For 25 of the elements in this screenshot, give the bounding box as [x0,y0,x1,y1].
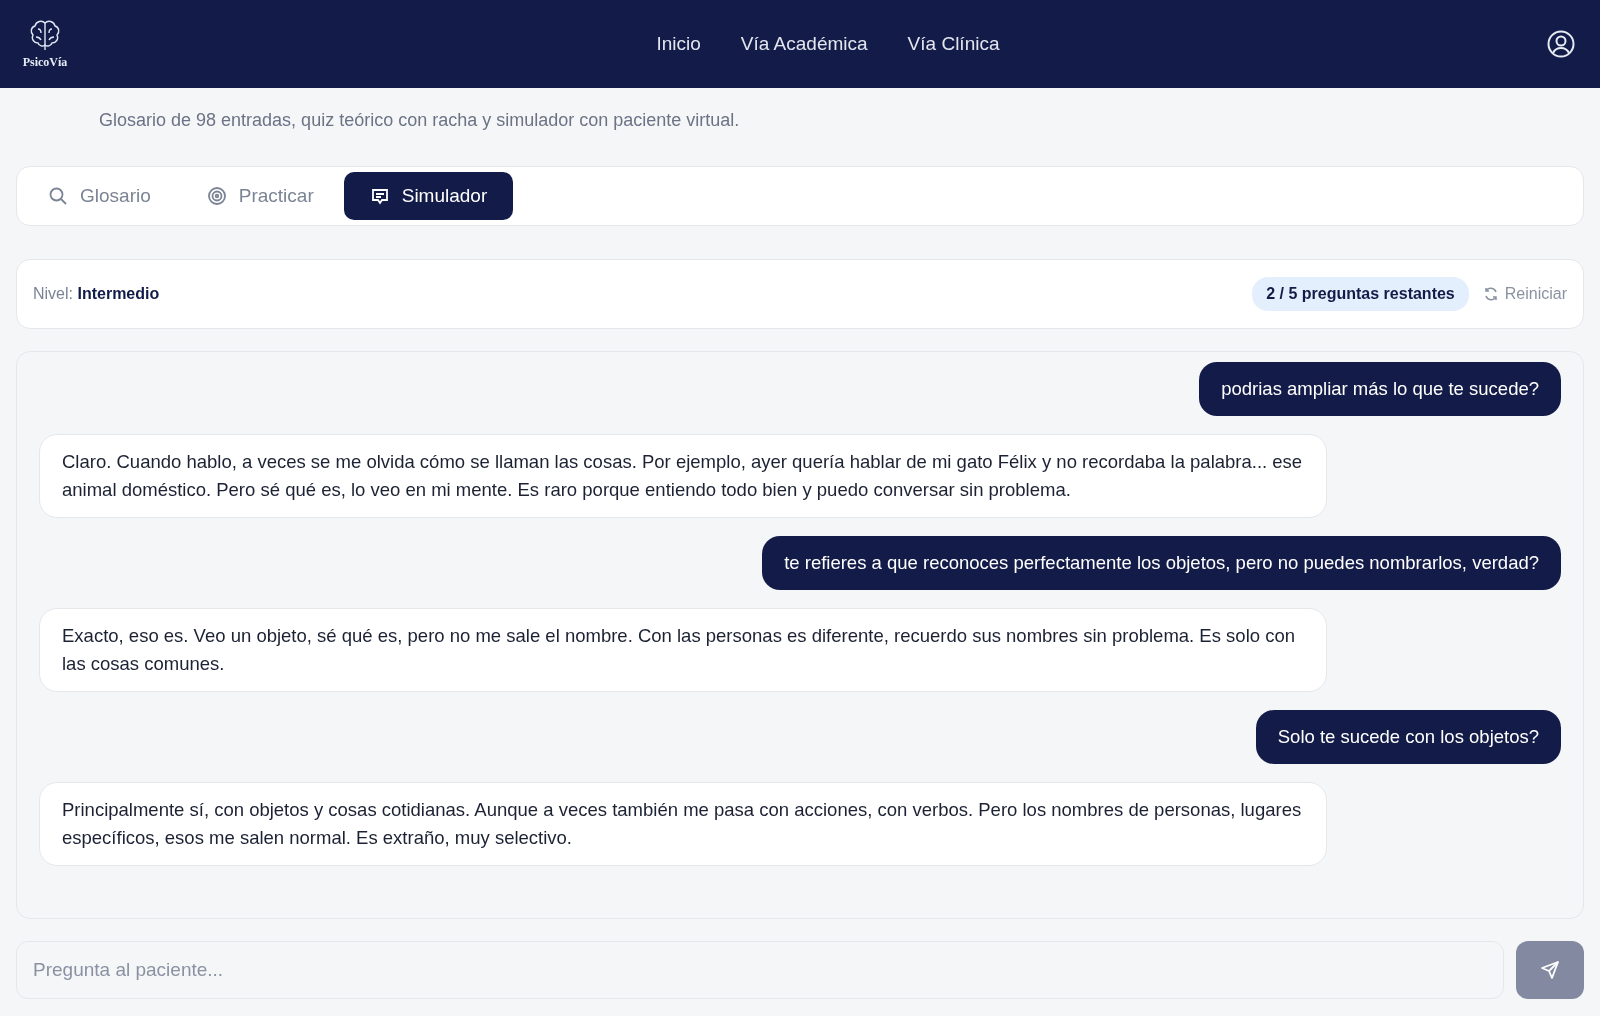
tab[interactable]: Glosario [22,172,177,220]
send-icon [1540,960,1560,980]
page-subtitle: Glosario de 98 entradas, quiz teórico con racha y simulador con paciente virtual. [99,110,741,131]
user-message: te refieres a que reconoces perfectamente los objetos, pero no puedes nombrarlos, verdad? [762,536,1561,590]
patient-message: Exacto, eso es. Veo un objeto, sé qué es, pero no me sale el nombre. Con las personas es diferente, recuerdo sus nombres sin problema. Es solo con las cosas comunes. [39,608,1327,692]
level-text: Nivel: Intermedio [33,285,160,303]
chat-icon [369,186,390,206]
nav-link[interactable]: Inicio [656,33,701,55]
nav-link[interactable]: Vía Clínica [907,33,1000,55]
logo-text[interactable]: PsicoVía [22,54,68,70]
target-icon [206,186,227,206]
search-icon [48,186,68,206]
remaining-questions-badge: 2 / 5 preguntas restantes [1252,277,1469,311]
user-message: podrias ampliar más lo que te sucede? [1199,362,1561,416]
account-icon[interactable] [1546,29,1576,59]
patient-message: Principalmente sí, con objetos y cosas cotidianas. Aunque a veces también me pasa con acciones, con verbos. Pero los nombres de personas, lugares específicos, esos me salen normal. Es extraño, muy selectivo. [39,782,1327,866]
user-message: Solo te sucede con los objetos? [1255,710,1561,764]
refresh-icon [1482,286,1499,302]
patient-message: Claro. Cuando hablo, a veces se me olvida cómo se llaman las cosas. Por ejemplo, ayer quería hablar de mi gato Félix y no recordaba la palabra... ese animal doméstico. Pero sé qué es, lo veo en mi mente. Es raro porque entiendo todo bien y puedo conversar sin problema. [39,434,1327,518]
nav-link[interactable]: Vía Académica [740,33,868,55]
tab[interactable]: Simulador [343,172,514,220]
question-field[interactable]: Pregunta al paciente... [16,941,1504,999]
tab[interactable]: Practicar [180,172,340,220]
brain-icon [28,18,62,53]
send-button[interactable] [1516,941,1584,999]
